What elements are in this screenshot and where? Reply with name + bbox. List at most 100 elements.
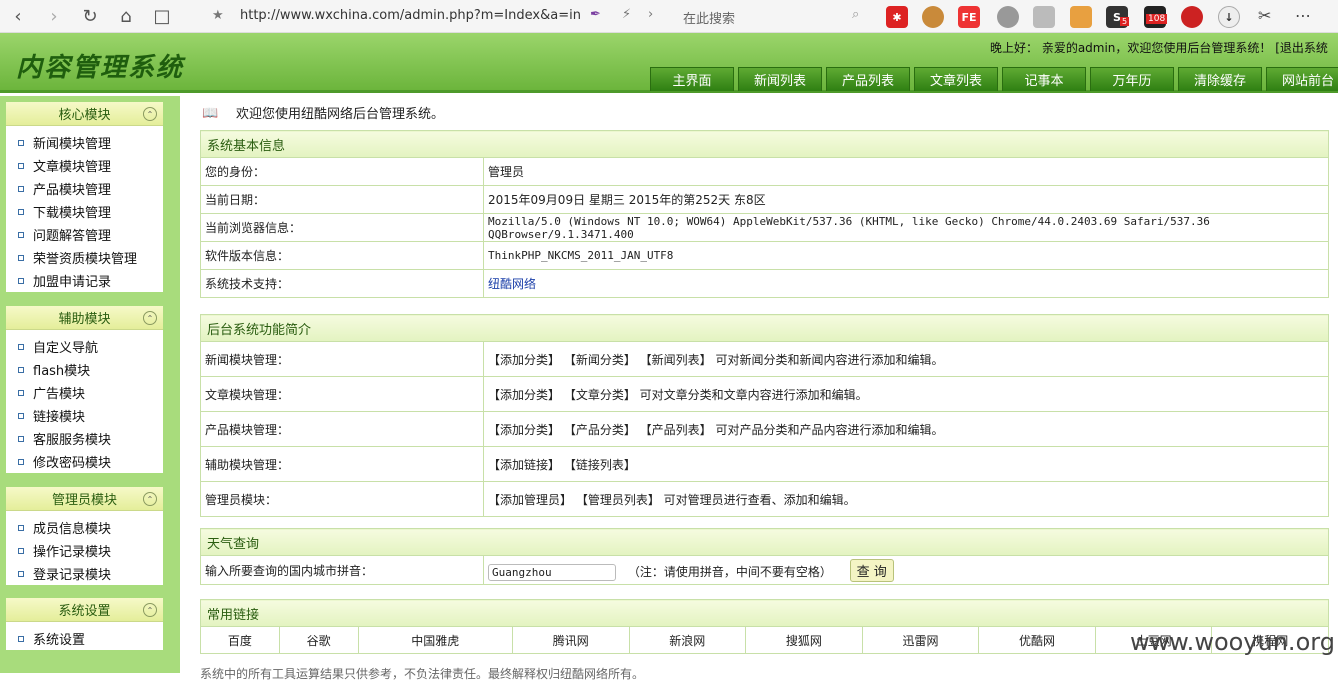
ext-fe-icon[interactable]: FE [958,6,980,28]
section-title: 天气查询 [200,528,1329,556]
sidebar-item[interactable]: 成员信息模块 [6,516,163,539]
section-title: 后台系统功能简介 [200,314,1329,342]
sidebar-item[interactable]: 荣誉资质模块管理 [6,246,163,269]
nav-tab[interactable]: 万年历 [1090,67,1174,91]
quick-link[interactable]: 新浪网 [628,626,747,654]
chevron-right-icon[interactable]: › [648,7,653,22]
sidebar-item-label: 链接模块 [33,410,86,425]
sidebar-item-label: flash模块 [33,364,91,379]
search-input[interactable]: 在此搜索 [683,8,735,27]
bullet-icon [18,208,24,215]
nav-tab[interactable]: 网站前台 [1266,67,1338,91]
quick-link[interactable]: 优酷网 [978,626,1096,654]
collapse-icon[interactable]: ⌃ [143,311,157,325]
quick-link[interactable]: 腾讯网 [511,626,630,654]
bullet-icon [18,570,24,577]
nav-tab[interactable]: 记事本 [1002,67,1086,91]
bullet-icon [18,435,24,442]
back-icon[interactable]: ‹ [0,0,36,33]
bullet-icon [18,366,24,373]
module-title: 系统设置 [58,604,111,619]
sidebar-item[interactable]: 自定义导航 [6,335,163,358]
row-value: 【添加分类】 【文章分类】 可对文章分类和文章内容进行添加和编辑。 [483,376,1329,412]
sidebar-item[interactable]: 产品模块管理 [6,177,163,200]
greeting-text: 欢迎您使用纽酷网络后台管理系统。 [236,107,445,122]
refresh-icon[interactable]: ↻ [72,0,108,33]
quick-link[interactable]: 迅雷网 [861,626,980,654]
collapse-icon[interactable]: ⌃ [143,603,157,617]
sidebar-item[interactable]: 问题解答管理 [6,223,163,246]
site-logo: 内容管理系统 [16,53,185,83]
sidebar-item-label: 客服服务模块 [33,433,112,448]
quick-link[interactable]: 谷歌 [278,626,359,654]
ext-badge: 5 [1120,17,1130,26]
quick-link[interactable]: 中国雅虎 [357,626,513,654]
sidebar-item[interactable]: 操作记录模块 [6,539,163,562]
row-value: 【添加分类】 【产品分类】 【产品列表】 可对产品分类和产品内容进行添加和编辑。 [483,411,1329,447]
sidebar-item[interactable]: 系统设置 [6,627,163,650]
nav-tab[interactable]: 产品列表 [826,67,910,91]
sidebar-item[interactable]: 链接模块 [6,404,163,427]
ext-ab-icon[interactable] [1181,6,1203,28]
module-title: 管理员模块 [51,493,117,508]
city-input[interactable]: Guangzhou [488,563,616,581]
query-button[interactable]: 查 询 [849,558,894,582]
row-value[interactable]: 纽酷网络 [483,269,1329,298]
sidebar-item[interactable]: 加盟申请记录 [6,269,163,292]
module-title: 辅助模块 [58,312,111,327]
nav-tab[interactable]: 主界面 [650,67,734,91]
bullet-icon [18,185,24,192]
bullet-icon [18,231,24,238]
feather-icon[interactable]: ✒ [590,7,601,22]
search-icon[interactable]: ⌕ [852,7,859,22]
module-header[interactable]: 核心模块 ⌃ [6,102,163,126]
star-icon[interactable]: ★ [212,8,224,23]
sidebar-item[interactable]: flash模块 [6,358,163,381]
book-icon: 📖 [202,105,219,121]
quick-link[interactable]: 搜狐网 [745,626,863,654]
quick-link[interactable]: 百度 [200,626,280,654]
ext-fox-icon[interactable] [1070,6,1092,28]
more-icon[interactable]: ⋯ [1295,6,1311,25]
sidebar-item-label: 文章模块管理 [33,160,112,175]
reader-icon[interactable]: □ [144,0,180,33]
module-admin: 管理员模块 ⌃ 成员信息模块操作记录模块 登录记录模块 [6,487,163,585]
scissors-icon[interactable]: ✂ [1258,6,1271,25]
sidebar-item[interactable]: 广告模块 [6,381,163,404]
ext-asterisk-icon[interactable]: ✱ [886,6,908,28]
browser-toolbar: ‹ › ↻ ⌂ □ ★ http://www.wxchina.com/admin… [0,0,1338,33]
row-value: Mozilla/5.0 (Windows NT 10.0; WOW64) App… [483,213,1329,242]
nav-tab[interactable]: 清除缓存 [1178,67,1262,91]
ext-circle-icon[interactable] [997,6,1019,28]
ext-printer-icon[interactable] [1033,6,1055,28]
sidebar-item[interactable]: 修改密码模块 [6,450,163,473]
sidebar-item[interactable]: 新闻模块管理 [6,131,163,154]
sidebar-item-label: 广告模块 [33,387,86,402]
sidebar-item-label: 下载模块管理 [33,206,112,221]
sidebar-item-label: 荣誉资质模块管理 [33,252,138,267]
row-label: 当前浏览器信息： [200,213,484,242]
bolt-icon[interactable]: ⚡ [622,7,631,22]
sidebar-item[interactable]: 文章模块管理 [6,154,163,177]
sidebar-item-label: 成员信息模块 [33,522,112,537]
nav-tab[interactable]: 新闻列表 [738,67,822,91]
ext-cookie-icon[interactable] [922,6,944,28]
sidebar-item[interactable]: 客服服务模块 [6,427,163,450]
bullet-icon [18,254,24,261]
collapse-icon[interactable]: ⌃ [143,492,157,506]
module-title: 核心模块 [58,108,111,123]
home-icon[interactable]: ⌂ [108,0,144,33]
module-header[interactable]: 辅助模块 ⌃ [6,306,163,330]
row-label: 管理员模块： [200,481,484,517]
forward-icon[interactable]: › [36,0,72,33]
row-label: 您的身份： [200,157,484,186]
collapse-icon[interactable]: ⌃ [143,107,157,121]
download-icon[interactable]: ↓ [1218,6,1240,28]
nav-tab[interactable]: 文章列表 [914,67,998,91]
sidebar-item[interactable]: 登录记录模块 [6,562,163,585]
module-header[interactable]: 系统设置 ⌃ [6,598,163,622]
sidebar-item[interactable]: 下载模块管理 [6,200,163,223]
address-bar[interactable]: http://www.wxchina.com/admin.php?m=Index… [240,8,581,23]
module-header[interactable]: 管理员模块 ⌃ [6,487,163,511]
weather-label: 输入所要查询的国内城市拼音： [200,555,484,585]
